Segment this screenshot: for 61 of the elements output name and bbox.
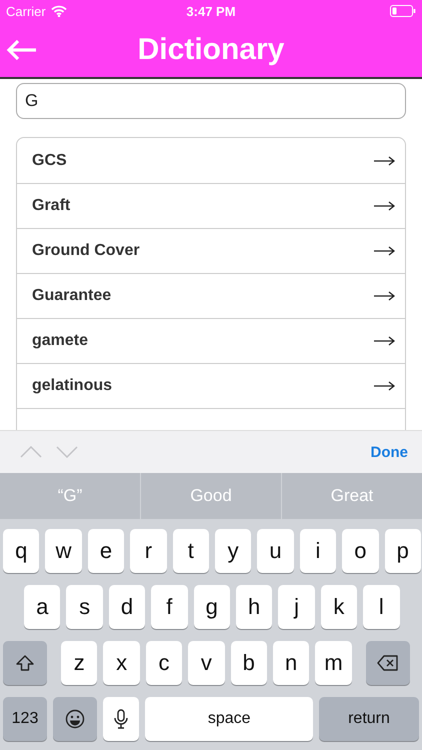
arrow-icon <box>374 291 395 301</box>
letter-key[interactable]: o <box>342 529 379 573</box>
letter-key[interactable]: k <box>320 585 358 629</box>
letter-key[interactable]: t <box>172 529 209 573</box>
letter-key[interactable]: w <box>45 529 82 573</box>
letter-key[interactable]: x <box>103 641 140 685</box>
back-arrow-icon <box>6 38 38 60</box>
letter-key[interactable]: p <box>384 529 421 573</box>
letter-key[interactable]: z <box>61 641 98 685</box>
letter-key[interactable]: a <box>24 585 60 629</box>
word-label: Guarantee <box>32 287 112 305</box>
letter-key[interactable]: f <box>151 585 188 629</box>
word-label: Graft <box>32 197 70 215</box>
word-label: gamete <box>32 332 88 350</box>
arrow-icon <box>374 381 395 391</box>
battery-icon <box>390 5 416 17</box>
screen-title: Dictionary <box>138 32 284 66</box>
letter-key[interactable]: b <box>230 641 267 685</box>
shift-icon <box>14 653 36 673</box>
next-field-button[interactable] <box>56 446 78 458</box>
letter-key[interactable]: j <box>278 585 315 629</box>
dictation-key[interactable] <box>103 697 140 741</box>
numbers-key[interactable]: 123 <box>3 697 47 741</box>
return-key[interactable]: return <box>319 697 419 741</box>
delete-key[interactable] <box>366 641 410 685</box>
letter-key[interactable]: c <box>146 641 182 685</box>
chevron-up-icon <box>20 446 42 458</box>
shift-key[interactable] <box>3 641 47 685</box>
emoji-key[interactable] <box>53 697 97 741</box>
arrow-icon <box>374 201 395 211</box>
letter-key[interactable]: m <box>315 641 352 685</box>
word-label: Ground Cover <box>32 242 140 260</box>
letter-key[interactable]: r <box>130 529 167 573</box>
wifi-icon <box>50 5 67 17</box>
carrier-name: Carrier <box>6 4 46 18</box>
letter-key[interactable]: v <box>188 641 225 685</box>
word-label: GCS <box>32 152 67 170</box>
letter-key[interactable]: e <box>88 529 124 573</box>
previous-field-button[interactable] <box>20 446 42 458</box>
letter-key[interactable]: g <box>194 585 230 629</box>
letter-key[interactable]: q <box>3 529 40 573</box>
letter-key[interactable]: h <box>236 585 272 629</box>
arrow-icon <box>374 156 395 166</box>
letter-key[interactable]: n <box>272 641 310 685</box>
clock-time: 3:47 PM <box>186 4 236 18</box>
back-button[interactable] <box>6 38 38 60</box>
letter-key[interactable]: l <box>363 585 400 629</box>
backspace-icon <box>376 653 399 673</box>
letter-key[interactable]: i <box>300 529 336 573</box>
word-label: gelatinous <box>32 377 112 395</box>
done-button[interactable]: Done <box>370 444 408 460</box>
letter-key[interactable]: y <box>214 529 252 573</box>
chevron-down-icon <box>56 446 78 458</box>
space-bar[interactable]: space <box>145 697 313 741</box>
arrow-icon <box>374 246 395 256</box>
search-field[interactable]: G <box>16 83 406 119</box>
letter-key[interactable]: s <box>66 585 103 629</box>
arrow-icon <box>374 336 395 346</box>
letter-key[interactable]: u <box>257 529 294 573</box>
smiley-icon <box>64 709 86 729</box>
letter-key[interactable]: d <box>108 585 146 629</box>
